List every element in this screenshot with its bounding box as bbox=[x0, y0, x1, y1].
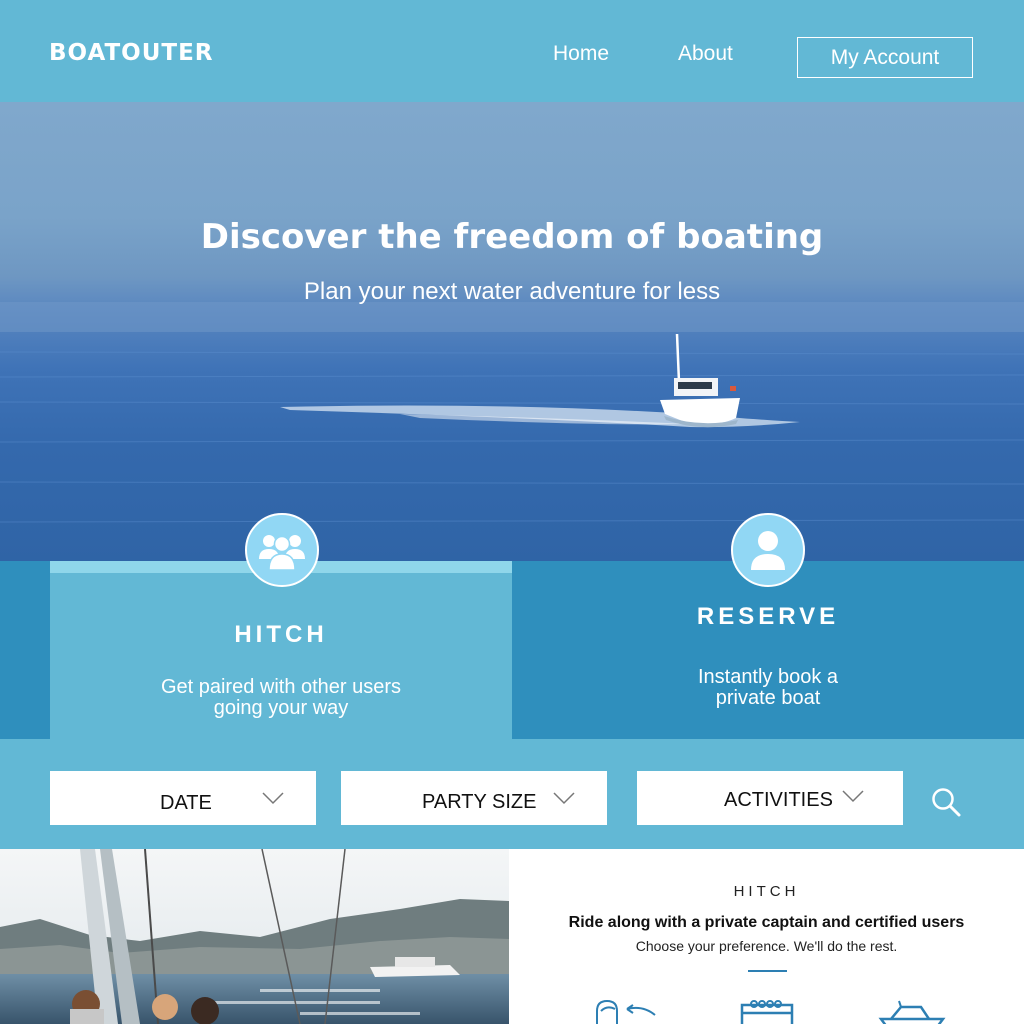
sea-boat-illustration bbox=[0, 302, 1024, 523]
motor-boat bbox=[660, 333, 740, 428]
chevron-down-icon bbox=[262, 792, 284, 805]
hitch-card[interactable]: HITCH Get paired with other users going … bbox=[50, 561, 512, 739]
brand-logo[interactable]: BOATOUTER bbox=[49, 40, 214, 66]
info-text: Choose your preference. We'll do the res… bbox=[635, 938, 898, 954]
reserve-description: Instantly book a private boat bbox=[512, 667, 1024, 709]
boat-icon bbox=[878, 1000, 946, 1024]
info-headline: Ride along with a private captain and ce… bbox=[568, 914, 965, 931]
divider bbox=[748, 970, 787, 972]
hitch-info-panel: HITCH Ride along with a private captain … bbox=[509, 849, 1024, 1024]
hitch-desc-line2: going your way bbox=[213, 697, 349, 719]
date-label: DATE bbox=[160, 792, 212, 814]
party-size-dropdown[interactable]: PARTY SIZE bbox=[341, 771, 607, 825]
search-icon[interactable] bbox=[930, 786, 962, 818]
calendar-icon bbox=[740, 1000, 794, 1024]
chevron-down-icon bbox=[842, 790, 864, 803]
hitch-description: Get paired with other users going your w… bbox=[50, 677, 512, 719]
group-icon bbox=[245, 513, 319, 587]
reserve-card[interactable]: RESERVE Instantly book a private boat bbox=[512, 561, 1024, 739]
hitch-title: HITCH bbox=[234, 621, 328, 648]
hero-banner: Discover the freedom of boating Plan you… bbox=[0, 102, 1024, 562]
info-section-label: HITCH bbox=[733, 883, 800, 900]
hero-title: Discover the freedom of boating bbox=[200, 217, 824, 257]
top-nav-bar: BOATOUTER Home About My Account bbox=[0, 0, 1024, 102]
reserve-desc-line1: Instantly book a bbox=[697, 666, 839, 688]
activities-dropdown[interactable]: ACTIVITIES bbox=[637, 771, 903, 825]
user-icon bbox=[731, 513, 805, 587]
nav-home-link[interactable]: Home bbox=[553, 42, 609, 66]
sailing-photo bbox=[0, 849, 509, 1024]
hero-subtitle: Plan your next water adventure for less bbox=[303, 278, 721, 305]
nav-about-link[interactable]: About bbox=[678, 42, 733, 66]
reserve-title: RESERVE bbox=[696, 603, 840, 630]
my-account-button[interactable]: My Account bbox=[797, 37, 973, 78]
party-size-label: PARTY SIZE bbox=[422, 791, 537, 813]
hitch-desc-line1: Get paired with other users bbox=[160, 676, 402, 698]
person-icon bbox=[596, 999, 656, 1024]
reserve-desc-line2: private boat bbox=[715, 687, 821, 709]
chevron-down-icon bbox=[553, 792, 575, 805]
date-dropdown[interactable]: DATE bbox=[50, 771, 316, 825]
activities-label: ACTIVITIES bbox=[724, 789, 833, 811]
